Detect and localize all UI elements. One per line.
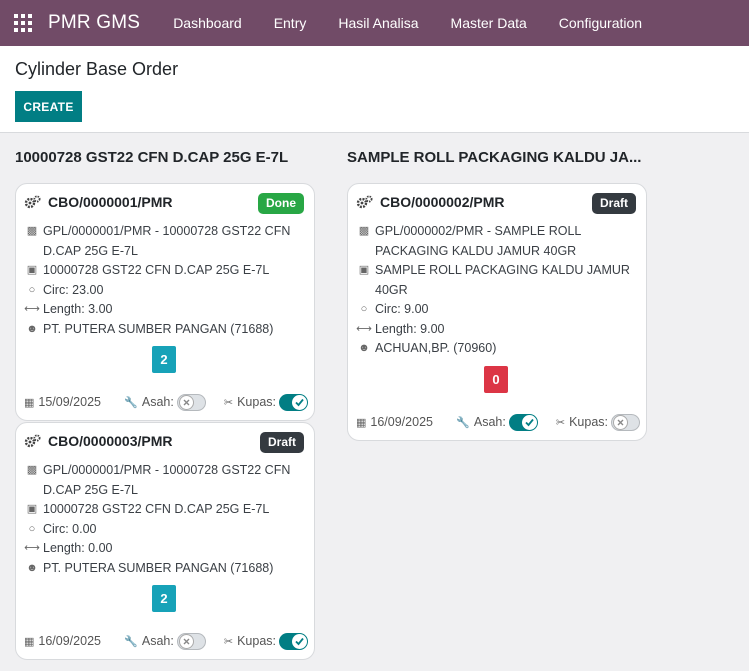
- user-icon: ☻: [26, 322, 38, 335]
- asah-label: Asah:: [473, 415, 506, 429]
- asah-label: Asah:: [141, 395, 174, 409]
- kanban-card[interactable]: CBO/0000003/PMR Draft ▩ GPL/0000001/PMR -…: [15, 422, 315, 660]
- length-text: Length: 9.00: [375, 321, 445, 336]
- create-button[interactable]: CREATE: [15, 91, 82, 122]
- cogs-icon: [24, 434, 41, 448]
- date-text: 15/09/2025: [38, 395, 101, 409]
- top-navbar: PMR GMS Dashboard Entry Hasil Analisa Ma…: [0, 0, 749, 46]
- customer-text: PT. PUTERA SUMBER PANGAN (71688): [43, 321, 274, 336]
- plan-text: GPL/0000002/PMR - SAMPLE ROLL PACKAGING …: [375, 224, 581, 258]
- nav-hasil-analisa[interactable]: Hasil Analisa: [322, 0, 434, 46]
- arrows-h-icon: ⟷: [356, 322, 372, 335]
- plan-text: GPL/0000001/PMR - 10000728 GST22 CFN D.C…: [43, 463, 291, 497]
- industry-icon: ▩: [26, 464, 38, 476]
- calendar-icon: ▦: [24, 635, 35, 648]
- scissors-icon: ✂: [223, 396, 234, 409]
- kupas-toggle[interactable]: [611, 413, 640, 431]
- cogs-icon: [356, 195, 373, 209]
- wrench-icon: 🔧: [124, 635, 138, 648]
- count-badge[interactable]: 0: [484, 366, 508, 393]
- asah-toggle[interactable]: [508, 413, 538, 431]
- plan-text: GPL/0000001/PMR - 10000728 GST22 CFN D.C…: [43, 224, 291, 258]
- asah-label: Asah:: [141, 634, 174, 648]
- column-title: 10000728 GST22 CFN D.CAP 25G E-7L: [15, 149, 289, 166]
- app-menu-icon[interactable]: [14, 14, 32, 32]
- count-badge[interactable]: 2: [152, 585, 176, 612]
- circle-icon: ○: [360, 303, 368, 315]
- control-panel: Cylinder Base Order CREATE: [0, 46, 749, 133]
- kupas-label: Kupas:: [237, 634, 276, 648]
- customer-text: PT. PUTERA SUMBER PANGAN (71688): [43, 560, 274, 575]
- kupas-toggle[interactable]: [279, 393, 308, 411]
- card-reference: CBO/0000002/PMR: [380, 194, 505, 210]
- nav-entry[interactable]: Entry: [258, 0, 323, 46]
- product-text: SAMPLE ROLL PACKAGING KALDU JAMUR 40GR: [375, 263, 630, 297]
- industry-icon: ▩: [26, 225, 38, 237]
- industry-icon: ▩: [358, 225, 370, 237]
- briefcase-icon: ▣: [26, 503, 38, 515]
- column-title: SAMPLE ROLL PACKAGING KALDU JA...: [347, 149, 642, 166]
- customer-text: ACHUAN,BP. (70960): [375, 341, 497, 355]
- wrench-icon: 🔧: [124, 396, 138, 409]
- status-badge: Draft: [591, 193, 636, 214]
- brand-name[interactable]: PMR GMS: [48, 12, 140, 34]
- status-badge: Done: [258, 193, 304, 214]
- kupas-label: Kupas:: [237, 395, 276, 409]
- product-text: 10000728 GST22 CFN D.CAP 25G E-7L: [43, 263, 270, 277]
- nav-configuration[interactable]: Configuration: [543, 0, 658, 46]
- circle-icon: ○: [28, 522, 36, 535]
- circ-text: Circ: 9.00: [375, 302, 429, 316]
- nav-dashboard[interactable]: Dashboard: [157, 0, 258, 46]
- circ-text: Circ: 23.00: [43, 282, 104, 297]
- arrows-h-icon: ⟷: [24, 542, 40, 554]
- card-reference: CBO/0000003/PMR: [48, 433, 173, 449]
- asah-toggle[interactable]: [176, 393, 206, 411]
- calendar-icon: ▦: [24, 396, 35, 409]
- briefcase-icon: ▣: [358, 264, 370, 276]
- user-icon: ☻: [26, 561, 38, 574]
- user-icon: ☻: [358, 342, 370, 354]
- wrench-icon: 🔧: [456, 416, 470, 429]
- asah-toggle[interactable]: [176, 632, 206, 650]
- kanban-card[interactable]: CBO/0000001/PMR Done ▩ GPL/0000001/PMR - …: [15, 183, 315, 421]
- page-title: Cylinder Base Order: [15, 59, 179, 79]
- length-text: Length: 0.00: [43, 541, 113, 555]
- cogs-icon: [24, 195, 41, 209]
- kanban-card[interactable]: CBO/0000002/PMR Draft ▩ GPL/0000002/PMR -…: [347, 183, 647, 441]
- date-text: 16/09/2025: [370, 415, 433, 429]
- length-text: Length: 3.00: [43, 302, 113, 316]
- card-reference: CBO/0000001/PMR: [48, 194, 173, 210]
- briefcase-icon: ▣: [26, 264, 38, 276]
- date-text: 16/09/2025: [38, 634, 101, 648]
- nav-master-data[interactable]: Master Data: [435, 0, 543, 46]
- calendar-icon: ▦: [356, 416, 367, 429]
- scissors-icon: ✂: [223, 635, 234, 648]
- arrows-h-icon: ⟷: [24, 303, 40, 315]
- count-badge[interactable]: 2: [152, 346, 176, 373]
- kupas-label: Kupas:: [569, 415, 608, 429]
- circ-text: Circ: 0.00: [43, 521, 97, 536]
- kupas-toggle[interactable]: [279, 632, 308, 650]
- circle-icon: ○: [28, 283, 36, 296]
- status-badge: Draft: [259, 432, 304, 453]
- scissors-icon: ✂: [555, 416, 566, 429]
- product-text: 10000728 GST22 CFN D.CAP 25G E-7L: [43, 502, 270, 516]
